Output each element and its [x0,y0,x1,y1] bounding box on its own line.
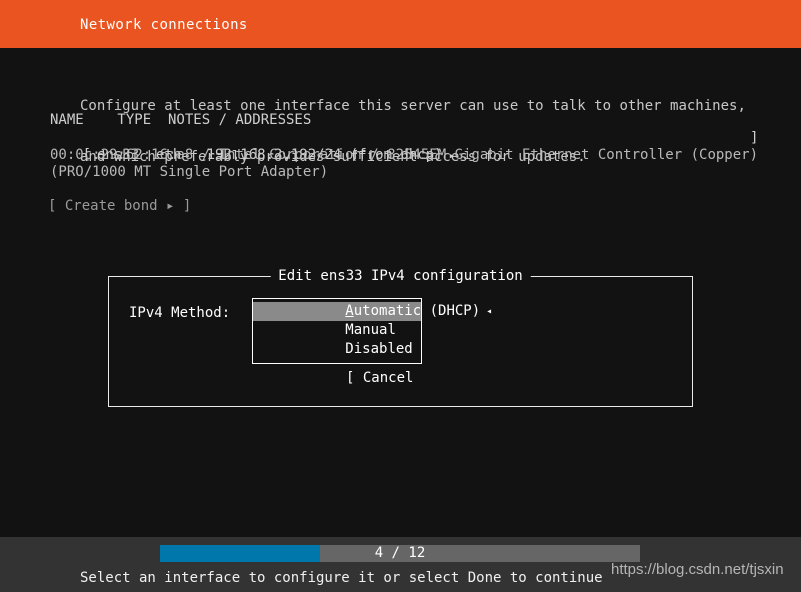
edit-ipv4-configuration-dialog: Edit ens33 IPv4 configuration IPv4 Metho… [108,268,693,407]
interface-detail-mac: 00:0c:29:62:16:a8 / Intel Corporation / … [50,147,759,163]
dropdown-option-disabled[interactable]: Disabled [253,340,421,359]
app-header: Network connections [0,0,801,48]
interface-detail-adapter: (PRO/1000 MT Single Port Adapter) [50,164,329,180]
row-close-bracket: ] [750,130,759,146]
cancel-button[interactable]: [ Cancel [346,370,413,387]
dropdown-option-accel: D [345,341,354,357]
progress-bar: 4 / 12 [160,545,640,562]
ipv4-method-label: IPv4 Method: [129,305,231,321]
console-body: Configure at least one interface this se… [0,48,801,592]
chevron-left-icon: ◂ [486,306,493,317]
progress-label: 4 / 12 [374,545,426,561]
ipv4-method-dropdown[interactable]: Automatic (DHCP) ◂ Manual Disabled [252,298,492,364]
dropdown-option-label: isabled [353,341,413,357]
page-title: Network connections [80,17,248,33]
create-bond-button[interactable]: [ Create bond ▸ ] [48,198,191,215]
table-header: NAME TYPE NOTES / ADDRESSES [50,112,312,128]
watermark: https://blog.csdn.net/tjsxin [611,561,784,578]
status-bar-text: Select an interface to configure it or s… [80,570,603,586]
